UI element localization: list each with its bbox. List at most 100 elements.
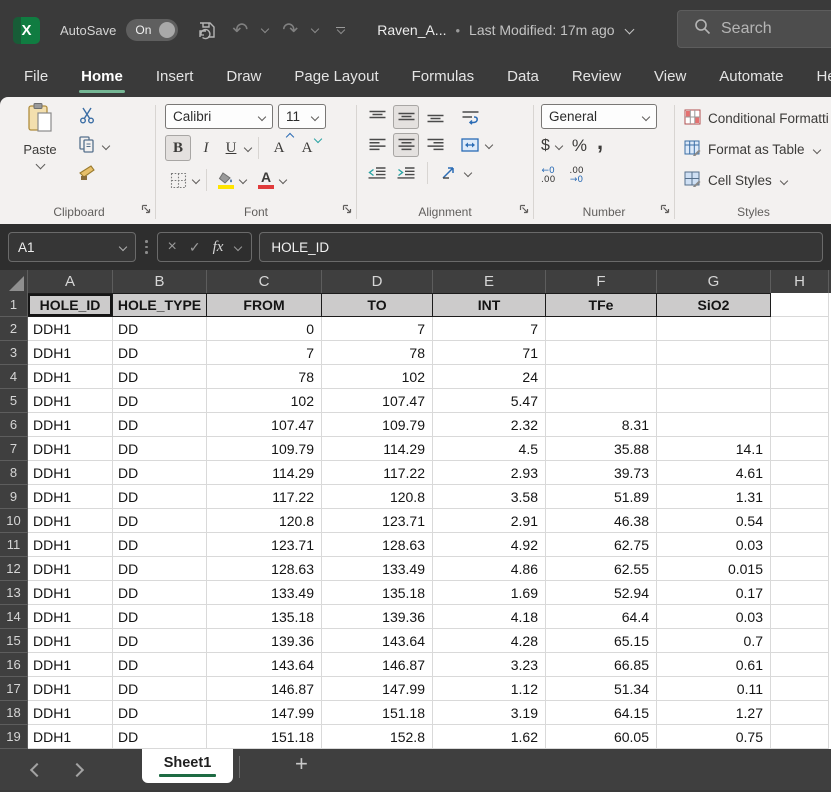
decrease-decimal-icon[interactable]: .00 →0: [569, 167, 583, 185]
cell-C17[interactable]: 146.87: [207, 677, 322, 701]
column-header-d[interactable]: D: [322, 270, 433, 293]
increase-decimal-icon[interactable]: ←0 .00: [541, 167, 555, 185]
align-middle-icon[interactable]: [393, 105, 419, 129]
cell-C12[interactable]: 128.63: [207, 557, 322, 581]
cell-A17[interactable]: DDH1: [28, 677, 113, 701]
cell-H16[interactable]: [771, 653, 829, 677]
cell-A16[interactable]: DDH1: [28, 653, 113, 677]
cell-styles-button[interactable]: Cell Styles: [684, 166, 829, 195]
cell-B17[interactable]: DD: [113, 677, 207, 701]
cell-A6[interactable]: DDH1: [28, 413, 113, 437]
cell-E8[interactable]: 2.93: [433, 461, 546, 485]
cell-F8[interactable]: 39.73: [546, 461, 657, 485]
cell-A14[interactable]: DDH1: [28, 605, 113, 629]
cell-A11[interactable]: DDH1: [28, 533, 113, 557]
format-painter-icon[interactable]: [78, 164, 96, 187]
cell-E13[interactable]: 1.69: [433, 581, 546, 605]
cell-G6[interactable]: [657, 413, 771, 437]
row-header-19[interactable]: 19: [0, 725, 28, 749]
undo-dropdown-icon[interactable]: [261, 24, 269, 32]
cell-D9[interactable]: 120.8: [322, 485, 433, 509]
add-sheet-button[interactable]: +: [295, 753, 308, 775]
qat-overflow-icon[interactable]: [336, 27, 345, 34]
redo-dropdown-icon[interactable]: [311, 24, 319, 32]
cell-H1[interactable]: [771, 293, 829, 317]
cell-B9[interactable]: DD: [113, 485, 207, 509]
column-header-b[interactable]: B: [113, 270, 207, 293]
cell-H9[interactable]: [771, 485, 829, 509]
cell-C9[interactable]: 117.22: [207, 485, 322, 509]
currency-icon[interactable]: $: [541, 137, 550, 155]
cell-E6[interactable]: 2.32: [433, 413, 546, 437]
cell-D19[interactable]: 152.8: [322, 725, 433, 749]
cell-C7[interactable]: 109.79: [207, 437, 322, 461]
cell-C6[interactable]: 107.47: [207, 413, 322, 437]
alignment-dialog-launcher-icon[interactable]: [519, 201, 529, 219]
cell-F15[interactable]: 65.15: [546, 629, 657, 653]
row-header-3[interactable]: 3: [0, 341, 28, 365]
cell-D7[interactable]: 114.29: [322, 437, 433, 461]
cell-H19[interactable]: [771, 725, 829, 749]
cell-C4[interactable]: 78: [207, 365, 322, 389]
align-center-icon[interactable]: [393, 133, 419, 157]
cell-G8[interactable]: 4.61: [657, 461, 771, 485]
copy-dropdown-icon[interactable]: [102, 142, 110, 150]
cell-A1[interactable]: HOLE_ID: [28, 293, 113, 317]
tab-page-layout[interactable]: Page Layout: [292, 64, 380, 93]
tab-insert[interactable]: Insert: [154, 64, 196, 93]
row-header-12[interactable]: 12: [0, 557, 28, 581]
file-name[interactable]: Raven_A...: [377, 22, 446, 38]
cell-A15[interactable]: DDH1: [28, 629, 113, 653]
cell-B5[interactable]: DD: [113, 389, 207, 413]
cell-E10[interactable]: 2.91: [433, 509, 546, 533]
borders-dropdown-icon[interactable]: [192, 176, 200, 184]
cell-E11[interactable]: 4.92: [433, 533, 546, 557]
cell-C15[interactable]: 139.36: [207, 629, 322, 653]
orientation-dropdown-icon[interactable]: [464, 169, 472, 177]
cut-icon[interactable]: [78, 106, 96, 129]
row-header-6[interactable]: 6: [0, 413, 28, 437]
cell-A5[interactable]: DDH1: [28, 389, 113, 413]
row-header-9[interactable]: 9: [0, 485, 28, 509]
cell-D11[interactable]: 128.63: [322, 533, 433, 557]
row-header-17[interactable]: 17: [0, 677, 28, 701]
copy-icon[interactable]: [78, 135, 95, 158]
column-header-g[interactable]: G: [657, 270, 771, 293]
cell-C16[interactable]: 143.64: [207, 653, 322, 677]
cell-F19[interactable]: 60.05: [546, 725, 657, 749]
cell-H2[interactable]: [771, 317, 829, 341]
font-family-select[interactable]: Calibri: [165, 104, 273, 129]
cell-F14[interactable]: 64.4: [546, 605, 657, 629]
comma-style-icon[interactable]: ,: [597, 137, 603, 147]
cell-A4[interactable]: DDH1: [28, 365, 113, 389]
merge-dropdown-icon[interactable]: [485, 141, 493, 149]
cell-C1[interactable]: FROM: [207, 293, 322, 317]
cell-B19[interactable]: DD: [113, 725, 207, 749]
cell-H3[interactable]: [771, 341, 829, 365]
cell-E7[interactable]: 4.5: [433, 437, 546, 461]
conditional-formatting-button[interactable]: Conditional Formatting: [684, 104, 829, 133]
row-header-10[interactable]: 10: [0, 509, 28, 533]
cell-H7[interactable]: [771, 437, 829, 461]
cell-G2[interactable]: [657, 317, 771, 341]
select-all-corner[interactable]: [0, 270, 28, 293]
cell-B2[interactable]: DD: [113, 317, 207, 341]
cell-F2[interactable]: [546, 317, 657, 341]
sheet-tab-sheet1[interactable]: Sheet1: [142, 749, 233, 783]
cell-G11[interactable]: 0.03: [657, 533, 771, 557]
align-top-icon[interactable]: [364, 105, 390, 129]
cell-G15[interactable]: 0.7: [657, 629, 771, 653]
cell-B8[interactable]: DD: [113, 461, 207, 485]
cell-G13[interactable]: 0.17: [657, 581, 771, 605]
cell-F17[interactable]: 51.34: [546, 677, 657, 701]
cell-E5[interactable]: 5.47: [433, 389, 546, 413]
cell-B7[interactable]: DD: [113, 437, 207, 461]
row-header-13[interactable]: 13: [0, 581, 28, 605]
cell-D6[interactable]: 109.79: [322, 413, 433, 437]
cell-B18[interactable]: DD: [113, 701, 207, 725]
cell-G10[interactable]: 0.54: [657, 509, 771, 533]
title-dropdown-icon[interactable]: [624, 24, 634, 34]
cell-G9[interactable]: 1.31: [657, 485, 771, 509]
bold-button[interactable]: B: [165, 135, 191, 161]
cell-F5[interactable]: [546, 389, 657, 413]
